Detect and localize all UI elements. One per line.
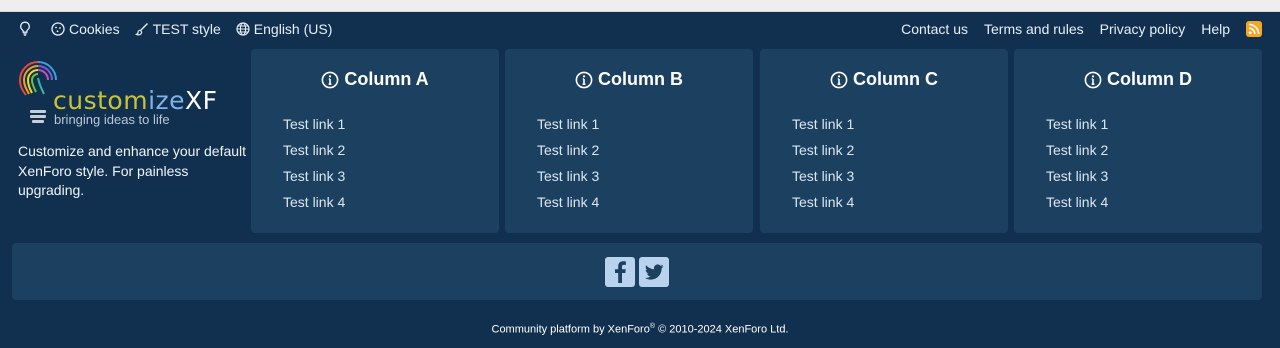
terms-link[interactable]: Terms and rules bbox=[984, 21, 1084, 37]
column-a-links: Test link 1 Test link 2 Test link 3 Test… bbox=[283, 111, 345, 215]
language-label: English (US) bbox=[253, 20, 333, 37]
column-b-title: Column B bbox=[505, 69, 753, 90]
column-link[interactable]: Test link 4 bbox=[792, 189, 854, 215]
logo-wordmark: customizeXF bbox=[53, 86, 218, 115]
language-chooser-link[interactable]: English (US) bbox=[236, 20, 333, 37]
contact-us-link[interactable]: Contact us bbox=[901, 21, 968, 37]
column-title-text: Column D bbox=[1107, 69, 1192, 89]
lightbulb-icon bbox=[20, 21, 30, 36]
copyright-notice: Community platform by XenForo® © 2010-20… bbox=[0, 323, 1280, 336]
info-icon bbox=[830, 71, 848, 88]
footer-column-c: Column C Test link 1 Test link 2 Test li… bbox=[760, 49, 1008, 233]
twitter-icon[interactable] bbox=[639, 256, 669, 287]
logo-tagline: bringing ideas to life bbox=[54, 112, 170, 127]
info-icon bbox=[1084, 71, 1102, 88]
footer-column-d: Column D Test link 1 Test link 2 Test li… bbox=[1014, 49, 1262, 233]
globe-icon bbox=[236, 21, 250, 36]
style-label: TEST style bbox=[152, 20, 221, 37]
column-link[interactable]: Test link 2 bbox=[283, 137, 345, 163]
footer-brand: customizeXF bringing ideas to life Custo… bbox=[16, 58, 248, 201]
logo-word-xf: XF bbox=[185, 86, 218, 115]
column-title-text: Column B bbox=[598, 69, 683, 89]
column-link[interactable]: Test link 2 bbox=[1046, 137, 1108, 163]
column-title-text: Column A bbox=[344, 69, 429, 89]
column-link[interactable]: Test link 4 bbox=[283, 189, 345, 215]
column-a-title: Column A bbox=[251, 69, 499, 90]
site-description: Customize and enhance your default XenFo… bbox=[18, 143, 247, 198]
footer-column-a: Column A Test link 1 Test link 2 Test li… bbox=[251, 49, 499, 233]
cookies-link[interactable]: Cookies bbox=[51, 21, 120, 37]
top-bar-left: Cookies TEST style English (US) bbox=[18, 21, 347, 37]
column-link[interactable]: Test link 4 bbox=[537, 189, 599, 215]
column-link[interactable]: Test link 3 bbox=[283, 163, 345, 189]
column-link[interactable]: Test link 1 bbox=[792, 111, 854, 137]
style-chooser-link[interactable]: TEST style bbox=[134, 20, 221, 37]
help-link[interactable]: Help bbox=[1201, 21, 1230, 37]
logo-word-ize: ize bbox=[148, 86, 186, 115]
copyright-suffix: © 2010-2024 XenForo Ltd. bbox=[655, 323, 789, 336]
footer-top-bar: Cookies TEST style English (US) Contact … bbox=[0, 12, 1280, 45]
logo-word-custom: custom bbox=[53, 86, 149, 115]
facebook-icon[interactable] bbox=[605, 256, 635, 287]
column-link[interactable]: Test link 3 bbox=[1046, 163, 1108, 189]
top-bar-right: Contact us Terms and rules Privacy polic… bbox=[885, 20, 1262, 37]
column-link[interactable]: Test link 1 bbox=[537, 111, 599, 137]
privacy-policy-link[interactable]: Privacy policy bbox=[1100, 21, 1186, 37]
column-link[interactable]: Test link 2 bbox=[537, 137, 599, 163]
paintbrush-icon bbox=[134, 22, 148, 35]
column-c-title: Column C bbox=[760, 69, 1008, 90]
style-variation-button[interactable] bbox=[18, 21, 36, 36]
column-b-links: Test link 1 Test link 2 Test link 3 Test… bbox=[537, 111, 599, 215]
browser-top-strip bbox=[0, 0, 1280, 12]
copyright-prefix[interactable]: Community platform by XenForo bbox=[492, 324, 650, 336]
info-icon bbox=[321, 71, 339, 88]
column-d-links: Test link 1 Test link 2 Test link 3 Test… bbox=[1046, 111, 1108, 215]
column-d-title: Column D bbox=[1014, 69, 1262, 90]
footer-column-b: Column B Test link 1 Test link 2 Test li… bbox=[505, 49, 753, 233]
info-icon bbox=[575, 71, 593, 88]
column-link[interactable]: Test link 4 bbox=[1046, 189, 1108, 215]
column-link[interactable]: Test link 3 bbox=[537, 163, 599, 189]
social-links-bar bbox=[12, 243, 1262, 300]
column-link[interactable]: Test link 3 bbox=[792, 163, 854, 189]
cookie-icon bbox=[51, 21, 65, 36]
rss-icon[interactable] bbox=[1246, 20, 1262, 37]
column-link[interactable]: Test link 1 bbox=[283, 111, 345, 137]
column-title-text: Column C bbox=[853, 69, 938, 89]
customizexf-logo[interactable]: customizeXF bringing ideas to life bbox=[16, 58, 236, 128]
column-link[interactable]: Test link 1 bbox=[1046, 111, 1108, 137]
column-link[interactable]: Test link 2 bbox=[792, 137, 854, 163]
cookies-label: Cookies bbox=[69, 20, 120, 37]
column-c-links: Test link 1 Test link 2 Test link 3 Test… bbox=[792, 111, 854, 215]
